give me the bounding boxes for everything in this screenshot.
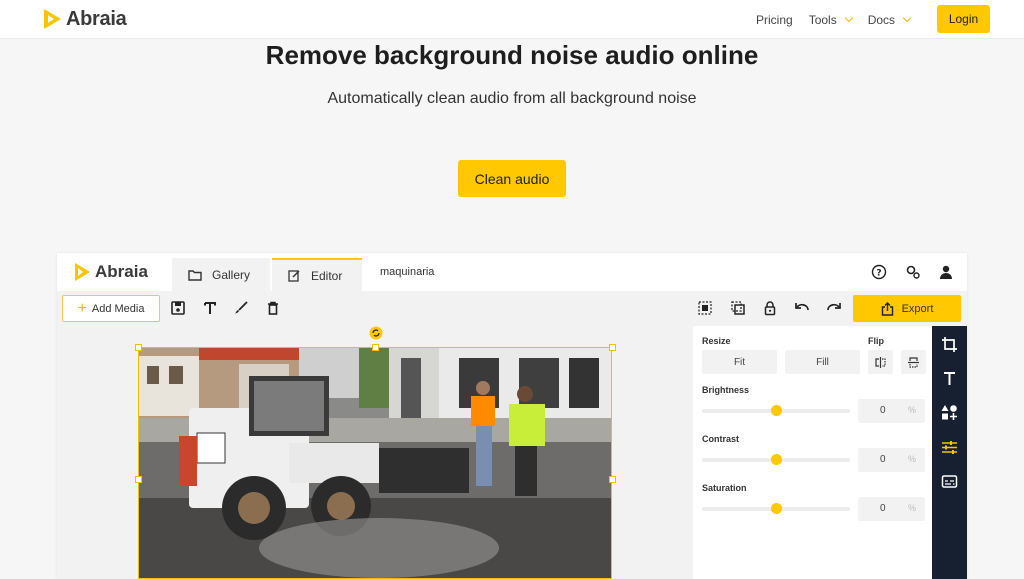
- play-logo-icon: [75, 263, 90, 281]
- save-icon[interactable]: [170, 300, 186, 316]
- chevron-down-icon: [902, 13, 912, 22]
- editor-brand-name: Abraia: [95, 262, 148, 281]
- saturation-label: Saturation: [702, 483, 747, 493]
- login-button[interactable]: Login: [937, 5, 990, 33]
- svg-text:?: ?: [876, 269, 881, 279]
- folder-icon: [188, 269, 202, 281]
- subtitles-icon[interactable]: [941, 473, 958, 490]
- tab-gallery-label: Gallery: [212, 267, 251, 282]
- undo-icon[interactable]: [794, 300, 810, 316]
- contrast-input[interactable]: 0%: [858, 448, 925, 472]
- saturation-slider-knob[interactable]: [770, 503, 782, 514]
- contrast-slider[interactable]: [702, 454, 850, 465]
- flip-horizontal-button[interactable]: [868, 350, 893, 374]
- editor-canvas[interactable]: [57, 326, 693, 579]
- brightness-input[interactable]: 0%: [858, 399, 925, 423]
- export-label: Export: [901, 302, 934, 315]
- edit-icon: [288, 270, 300, 282]
- nav-link-docs[interactable]: Docs: [868, 13, 912, 27]
- saturation-slider[interactable]: [702, 503, 850, 514]
- add-media-button[interactable]: + Add Media: [62, 295, 160, 322]
- user-icon[interactable]: [938, 264, 954, 280]
- tab-gallery[interactable]: Gallery: [172, 258, 270, 291]
- brightness-slider-knob[interactable]: [770, 405, 782, 416]
- rotate-icon[interactable]: [369, 326, 383, 340]
- fit-button[interactable]: Fit: [702, 350, 777, 374]
- select-all-icon[interactable]: [697, 300, 713, 316]
- redo-icon[interactable]: [826, 300, 842, 316]
- page-subtitle: Automatically clean audio from all backg…: [327, 90, 697, 107]
- editor-window: Abraia Gallery Editor maquinaria ? + Add…: [57, 253, 967, 579]
- lock-icon[interactable]: [762, 300, 778, 316]
- text-icon[interactable]: [941, 370, 958, 387]
- plus-icon: +: [77, 299, 87, 317]
- text-icon[interactable]: [202, 300, 218, 316]
- shapes-icon[interactable]: [941, 404, 958, 421]
- saturation-input[interactable]: 0%: [858, 497, 925, 521]
- tool-rail: [932, 326, 967, 579]
- resize-handle[interactable]: [609, 476, 616, 483]
- duplicate-icon[interactable]: [730, 300, 746, 316]
- crop-icon[interactable]: [941, 336, 958, 353]
- brightness-label: Brightness: [702, 385, 750, 395]
- brush-icon[interactable]: [233, 300, 249, 316]
- settings-icon[interactable]: [905, 264, 921, 280]
- brand-logo[interactable]: Abraia: [44, 7, 127, 30]
- page-title: Remove background noise audio online: [265, 40, 759, 70]
- resize-label: Resize: [702, 336, 731, 346]
- editor-brand[interactable]: Abraia: [75, 262, 148, 282]
- top-nav: Abraia Pricing Tools Docs Login: [0, 0, 1024, 39]
- canvas-image[interactable]: [138, 347, 612, 579]
- flip-vertical-button[interactable]: [901, 350, 926, 374]
- brightness-slider[interactable]: [702, 405, 850, 416]
- resize-handle[interactable]: [609, 344, 616, 351]
- resize-handle[interactable]: [135, 344, 142, 351]
- add-media-label: Add Media: [91, 302, 145, 315]
- construction-photo: [139, 348, 611, 578]
- tab-editor[interactable]: Editor: [272, 258, 362, 291]
- clean-audio-button[interactable]: Clean audio: [458, 160, 566, 197]
- nav-links: Pricing Tools Docs: [756, 0, 926, 39]
- export-button[interactable]: Export: [853, 295, 961, 322]
- resize-handle[interactable]: [135, 476, 142, 483]
- flip-horizontal-icon: [875, 356, 886, 368]
- contrast-label: Contrast: [702, 434, 740, 444]
- fill-button[interactable]: Fill: [785, 350, 860, 374]
- play-logo-icon: [44, 9, 61, 29]
- trash-icon[interactable]: [265, 300, 281, 316]
- editor-toolbar: + Add Media Export: [57, 291, 967, 326]
- nav-link-tools[interactable]: Tools: [809, 13, 853, 27]
- adjust-icon[interactable]: [941, 439, 958, 456]
- tab-editor-label: Editor: [311, 268, 343, 283]
- chevron-down-icon: [844, 13, 853, 22]
- export-icon: [881, 301, 893, 316]
- file-name: maquinaria: [380, 266, 435, 278]
- editor-header: Abraia Gallery Editor maquinaria ?: [57, 253, 967, 291]
- brand-name: Abraia: [66, 7, 127, 30]
- nav-link-pricing[interactable]: Pricing: [756, 13, 793, 27]
- help-icon[interactable]: ?: [871, 264, 887, 280]
- contrast-slider-knob[interactable]: [770, 454, 782, 465]
- properties-panel: Resize Flip Fit Fill Brightness 0% Contr…: [693, 326, 932, 579]
- flip-vertical-icon: [908, 356, 919, 368]
- flip-label: Flip: [868, 336, 884, 346]
- resize-handle[interactable]: [372, 344, 379, 351]
